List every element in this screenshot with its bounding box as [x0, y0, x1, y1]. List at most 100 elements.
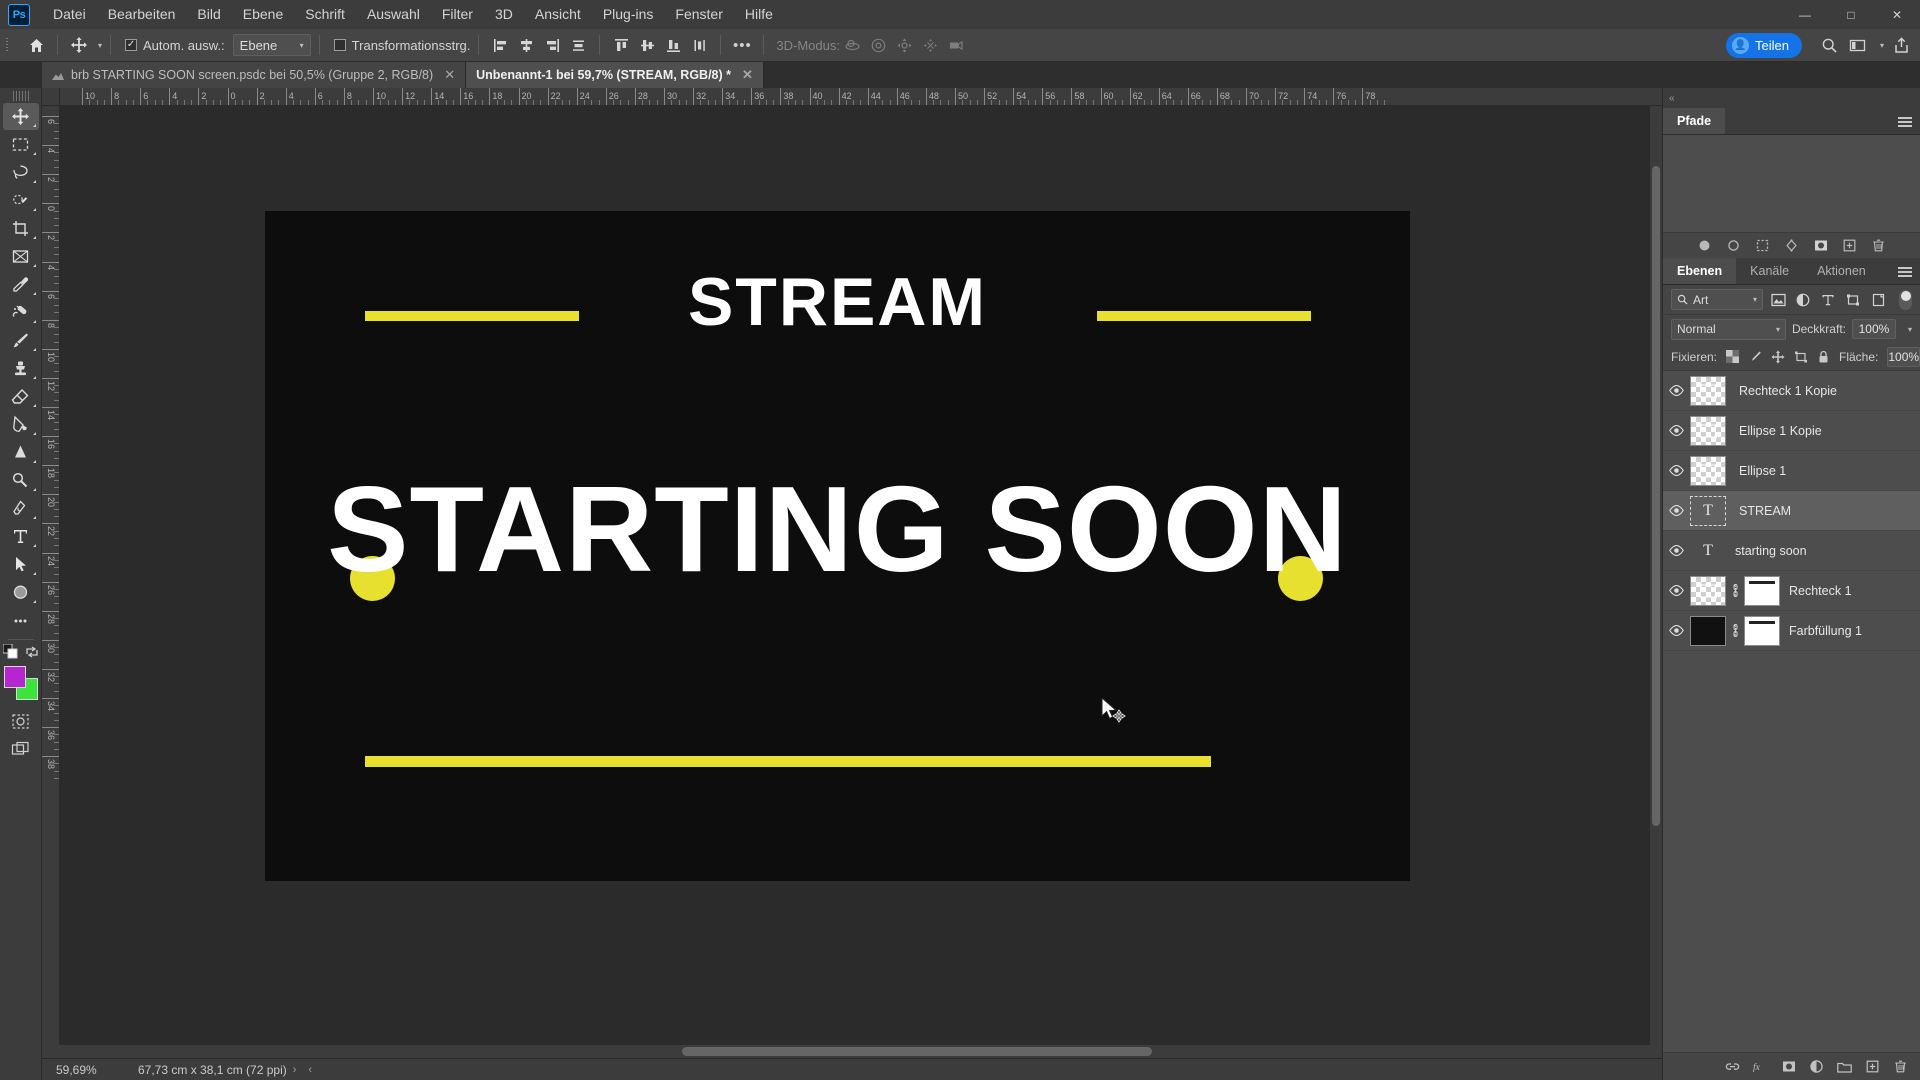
layer-style-icon[interactable]: fx — [1753, 1059, 1768, 1074]
align-top-icon[interactable] — [608, 32, 634, 58]
healing-brush-tool[interactable] — [3, 299, 39, 326]
ellipse-tool[interactable] — [3, 579, 39, 606]
lock-all-icon[interactable] — [1817, 349, 1830, 364]
add-mask-icon[interactable] — [1813, 238, 1828, 253]
horizontal-ruler[interactable]: 10 8 6 4 2 0 2 4 6 8 10 12 14 16 18 20 22 24 26 28 30 32 34 36 3… — [60, 88, 1662, 106]
brush-tool[interactable] — [3, 327, 39, 354]
layer-row[interactable]: T STREAM — [1663, 491, 1920, 531]
paths-list[interactable] — [1663, 135, 1920, 232]
eyedropper-tool[interactable] — [3, 271, 39, 298]
vertical-ruler[interactable]: 6 4 2 0 2 4 6 8 10 12 14 16 18 20 22 24 26 28 30 32 34 36 38 — [42, 106, 60, 1045]
menu-item-auswahl[interactable]: Auswahl — [356, 0, 431, 29]
panel-collapse-button[interactable]: « — [1663, 88, 1920, 108]
layer-row[interactable]: Rechteck 1 — [1663, 571, 1920, 611]
new-layer-icon[interactable] — [1865, 1059, 1880, 1074]
tab-pfade[interactable]: Pfade — [1663, 108, 1726, 134]
paths-panel-menu-icon[interactable] — [1898, 108, 1912, 135]
layer-row[interactable]: Ellipse 1 Kopie — [1663, 411, 1920, 451]
layer-mask-link-icon[interactable] — [1730, 584, 1741, 597]
gradient-tool[interactable] — [3, 411, 39, 438]
delete-path-icon[interactable] — [1871, 238, 1886, 253]
object-selection-tool[interactable] — [3, 187, 39, 214]
distribute-v-icon[interactable] — [686, 32, 712, 58]
fill-path-icon[interactable] — [1697, 238, 1712, 253]
layer-thumbnail[interactable] — [1690, 375, 1726, 406]
layer-mask-link-icon[interactable] — [1730, 624, 1741, 637]
workspace-icon[interactable] — [1844, 32, 1870, 58]
tools-panel-grip[interactable] — [12, 91, 29, 101]
layer-visibility-eye-icon[interactable] — [1663, 585, 1690, 596]
document-tab-active[interactable]: Unbenannt-1 bei 59,7% (STREAM, RGB/8) * ✕ — [466, 62, 764, 88]
type-tool[interactable] — [3, 523, 39, 550]
zoom-level[interactable]: 59,69% — [42, 1063, 120, 1077]
blend-mode-dropdown[interactable]: Normal ▾ — [1671, 318, 1786, 340]
align-center-v-icon[interactable] — [634, 32, 660, 58]
filter-smart-icon[interactable] — [1868, 290, 1888, 310]
layer-row[interactable]: Rechteck 1 Kopie — [1663, 371, 1920, 411]
tab-aktionen[interactable]: Aktionen — [1803, 258, 1880, 284]
menu-item-datei[interactable]: Datei — [42, 0, 97, 29]
canvas-viewport[interactable]: STREAM STARTING SOON — [60, 106, 1649, 1045]
menu-item-filter[interactable]: Filter — [431, 0, 484, 29]
window-close-button[interactable]: ✕ — [1874, 0, 1920, 29]
move-tool-icon[interactable] — [66, 32, 92, 58]
lock-artboard-icon[interactable] — [1794, 349, 1808, 364]
new-fill-layer-icon[interactable] — [1809, 1059, 1824, 1074]
layer-visibility-eye-icon[interactable] — [1663, 505, 1690, 516]
layer-row[interactable]: Farbfüllung 1 — [1663, 611, 1920, 651]
layer-visibility-eye-icon[interactable] — [1663, 425, 1690, 436]
filter-toggle-switch[interactable] — [1899, 289, 1912, 310]
tab-ebenen[interactable]: Ebenen — [1663, 258, 1737, 284]
layer-visibility-eye-icon[interactable] — [1663, 625, 1690, 636]
make-work-path-icon[interactable] — [1784, 238, 1799, 253]
auto-select-checkbox-group[interactable]: ✓ Autom. ausw.: — [125, 38, 225, 53]
layer-thumbnail[interactable] — [1690, 615, 1726, 646]
menu-item-schrift[interactable]: Schrift — [294, 0, 356, 29]
horizontal-scrollbar[interactable] — [42, 1045, 1662, 1058]
menu-item-hilfe[interactable]: Hilfe — [734, 0, 784, 29]
layer-mask-thumbnail[interactable] — [1744, 575, 1780, 606]
load-selection-icon[interactable] — [1755, 238, 1770, 253]
align-bottom-icon[interactable] — [660, 32, 686, 58]
lock-position-icon[interactable] — [1771, 349, 1785, 364]
layer-list[interactable]: Rechteck 1 Kopie Ellipse 1 Kopie Ellipse 1… — [1663, 371, 1920, 1052]
crop-tool[interactable] — [3, 215, 39, 242]
layer-thumbnail[interactable] — [1690, 415, 1726, 446]
add-mask-icon[interactable] — [1781, 1059, 1796, 1074]
blur-tool[interactable] — [3, 439, 39, 466]
new-path-icon[interactable] — [1842, 238, 1857, 253]
tab-kan-le[interactable]: Kanäle — [1736, 258, 1804, 284]
align-right-icon[interactable] — [539, 32, 565, 58]
menu-item-fenster[interactable]: Fenster — [664, 0, 733, 29]
horizontal-scrollbar-thumb[interactable] — [682, 1047, 1152, 1056]
search-icon[interactable] — [1816, 32, 1842, 58]
distribute-h-icon[interactable] — [565, 32, 591, 58]
auto-select-scope-dropdown[interactable]: Ebene ▾ — [232, 34, 311, 56]
layer-thumbnail[interactable] — [1690, 575, 1726, 606]
rectangular-marquee-tool[interactable] — [3, 131, 39, 158]
options-bar-grip[interactable] — [3, 35, 13, 55]
align-left-icon[interactable] — [487, 32, 513, 58]
opacity-chevron-icon[interactable]: ▾ — [1908, 325, 1912, 334]
chevron-down-icon[interactable]: ▾ — [1872, 32, 1886, 58]
more-options-button[interactable]: ••• — [729, 32, 755, 58]
layer-thumbnail[interactable]: T — [1690, 542, 1726, 560]
swap-colors-icon[interactable] — [25, 645, 39, 659]
move-tool[interactable] — [2, 103, 39, 130]
layer-visibility-eye-icon[interactable] — [1663, 545, 1690, 556]
screen-mode-icon[interactable] — [3, 736, 39, 763]
filter-shape-icon[interactable] — [1843, 290, 1863, 310]
move-tool-options-chevron[interactable]: ▾ — [98, 41, 102, 50]
tab-close-icon[interactable]: ✕ — [444, 67, 455, 83]
layer-thumbnail[interactable]: T — [1690, 495, 1726, 526]
eraser-tool[interactable] — [3, 383, 39, 410]
foreground-color-swatch[interactable] — [3, 666, 26, 688]
layer-row[interactable]: Tstarting soon — [1663, 531, 1920, 571]
ruler-corner[interactable] — [42, 88, 60, 106]
layer-row[interactable]: Ellipse 1 — [1663, 451, 1920, 491]
filter-pixel-icon[interactable] — [1768, 290, 1788, 310]
auto-select-checkbox[interactable]: ✓ — [125, 39, 138, 51]
tab-close-icon[interactable]: ✕ — [742, 67, 753, 83]
export-icon[interactable] — [1888, 32, 1914, 58]
menu-item-bearbeiten[interactable]: Bearbeiten — [97, 0, 187, 29]
